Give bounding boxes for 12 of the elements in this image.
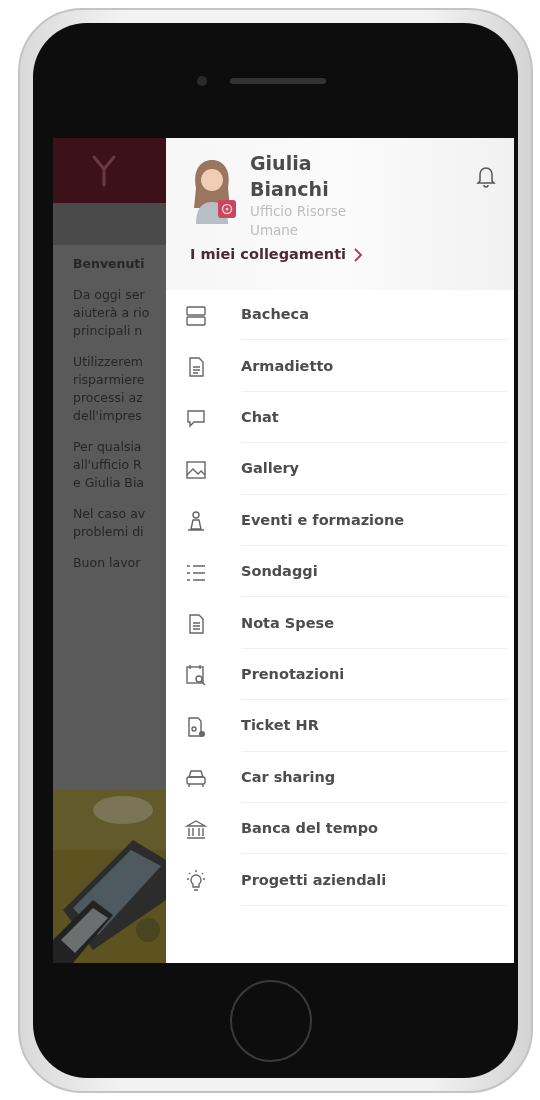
notification-bell-icon[interactable]	[476, 164, 496, 188]
light-bulb-icon	[184, 869, 208, 893]
speaker-icon	[229, 77, 326, 84]
camera-icon	[195, 74, 208, 87]
links-button[interactable]: I miei collegamenti	[190, 244, 364, 266]
stacked-rows-icon	[184, 303, 208, 328]
department-text: Ufficio Risorse Umane	[250, 202, 347, 240]
chevron-icon	[354, 247, 364, 262]
bank-icon	[184, 817, 208, 842]
logo-icon	[91, 153, 117, 188]
profile-name: Giulia Bianchi	[250, 151, 330, 202]
calendar-search-icon	[184, 663, 208, 688]
